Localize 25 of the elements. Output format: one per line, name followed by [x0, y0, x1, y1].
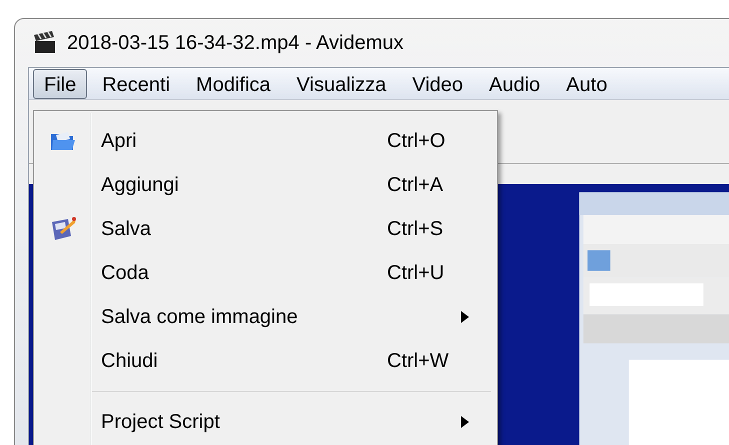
menu-bar-item[interactable]: Auto [555, 68, 618, 98]
submenu-arrow-icon [461, 311, 469, 323]
menu-bar-item[interactable]: File [33, 68, 88, 98]
shortcut-label: Ctrl+U [387, 261, 446, 286]
menu-bar-item[interactable]: Audio [478, 68, 552, 98]
menu-bar-item[interactable]: Modifica [185, 68, 282, 98]
disk-pencil-icon [50, 216, 76, 242]
menu-item[interactable]: Salva Ctrl+S [34, 207, 497, 251]
shortcut-label: Ctrl+W [387, 349, 450, 374]
menu-item[interactable]: Salva come immagine [34, 295, 497, 339]
menu-item[interactable]: Project Script [34, 400, 497, 444]
submenu-arrow-icon [461, 416, 469, 428]
menu-item[interactable]: Chiudi Ctrl+W [34, 339, 497, 383]
menu-bar-item[interactable]: Visualizza [286, 68, 398, 98]
window-title: 2018-03-15 16-34-32.mp4 - Avidemux [67, 31, 404, 56]
shortcut-label: Ctrl+A [387, 173, 444, 198]
menu-item[interactable]: Aggiungi Ctrl+A [34, 163, 497, 207]
shortcut-label: Ctrl+S [387, 217, 444, 242]
shortcut-label: Ctrl+O [387, 129, 446, 154]
menu-bar-item[interactable]: Video [401, 68, 474, 98]
menu-item[interactable]: Apri Ctrl+O [34, 119, 497, 163]
folder-icon [50, 130, 76, 152]
menu-bar-item[interactable]: Recenti [91, 68, 182, 98]
menu-item[interactable]: Coda Ctrl+U [34, 251, 497, 295]
clapperboard-icon [33, 31, 57, 55]
